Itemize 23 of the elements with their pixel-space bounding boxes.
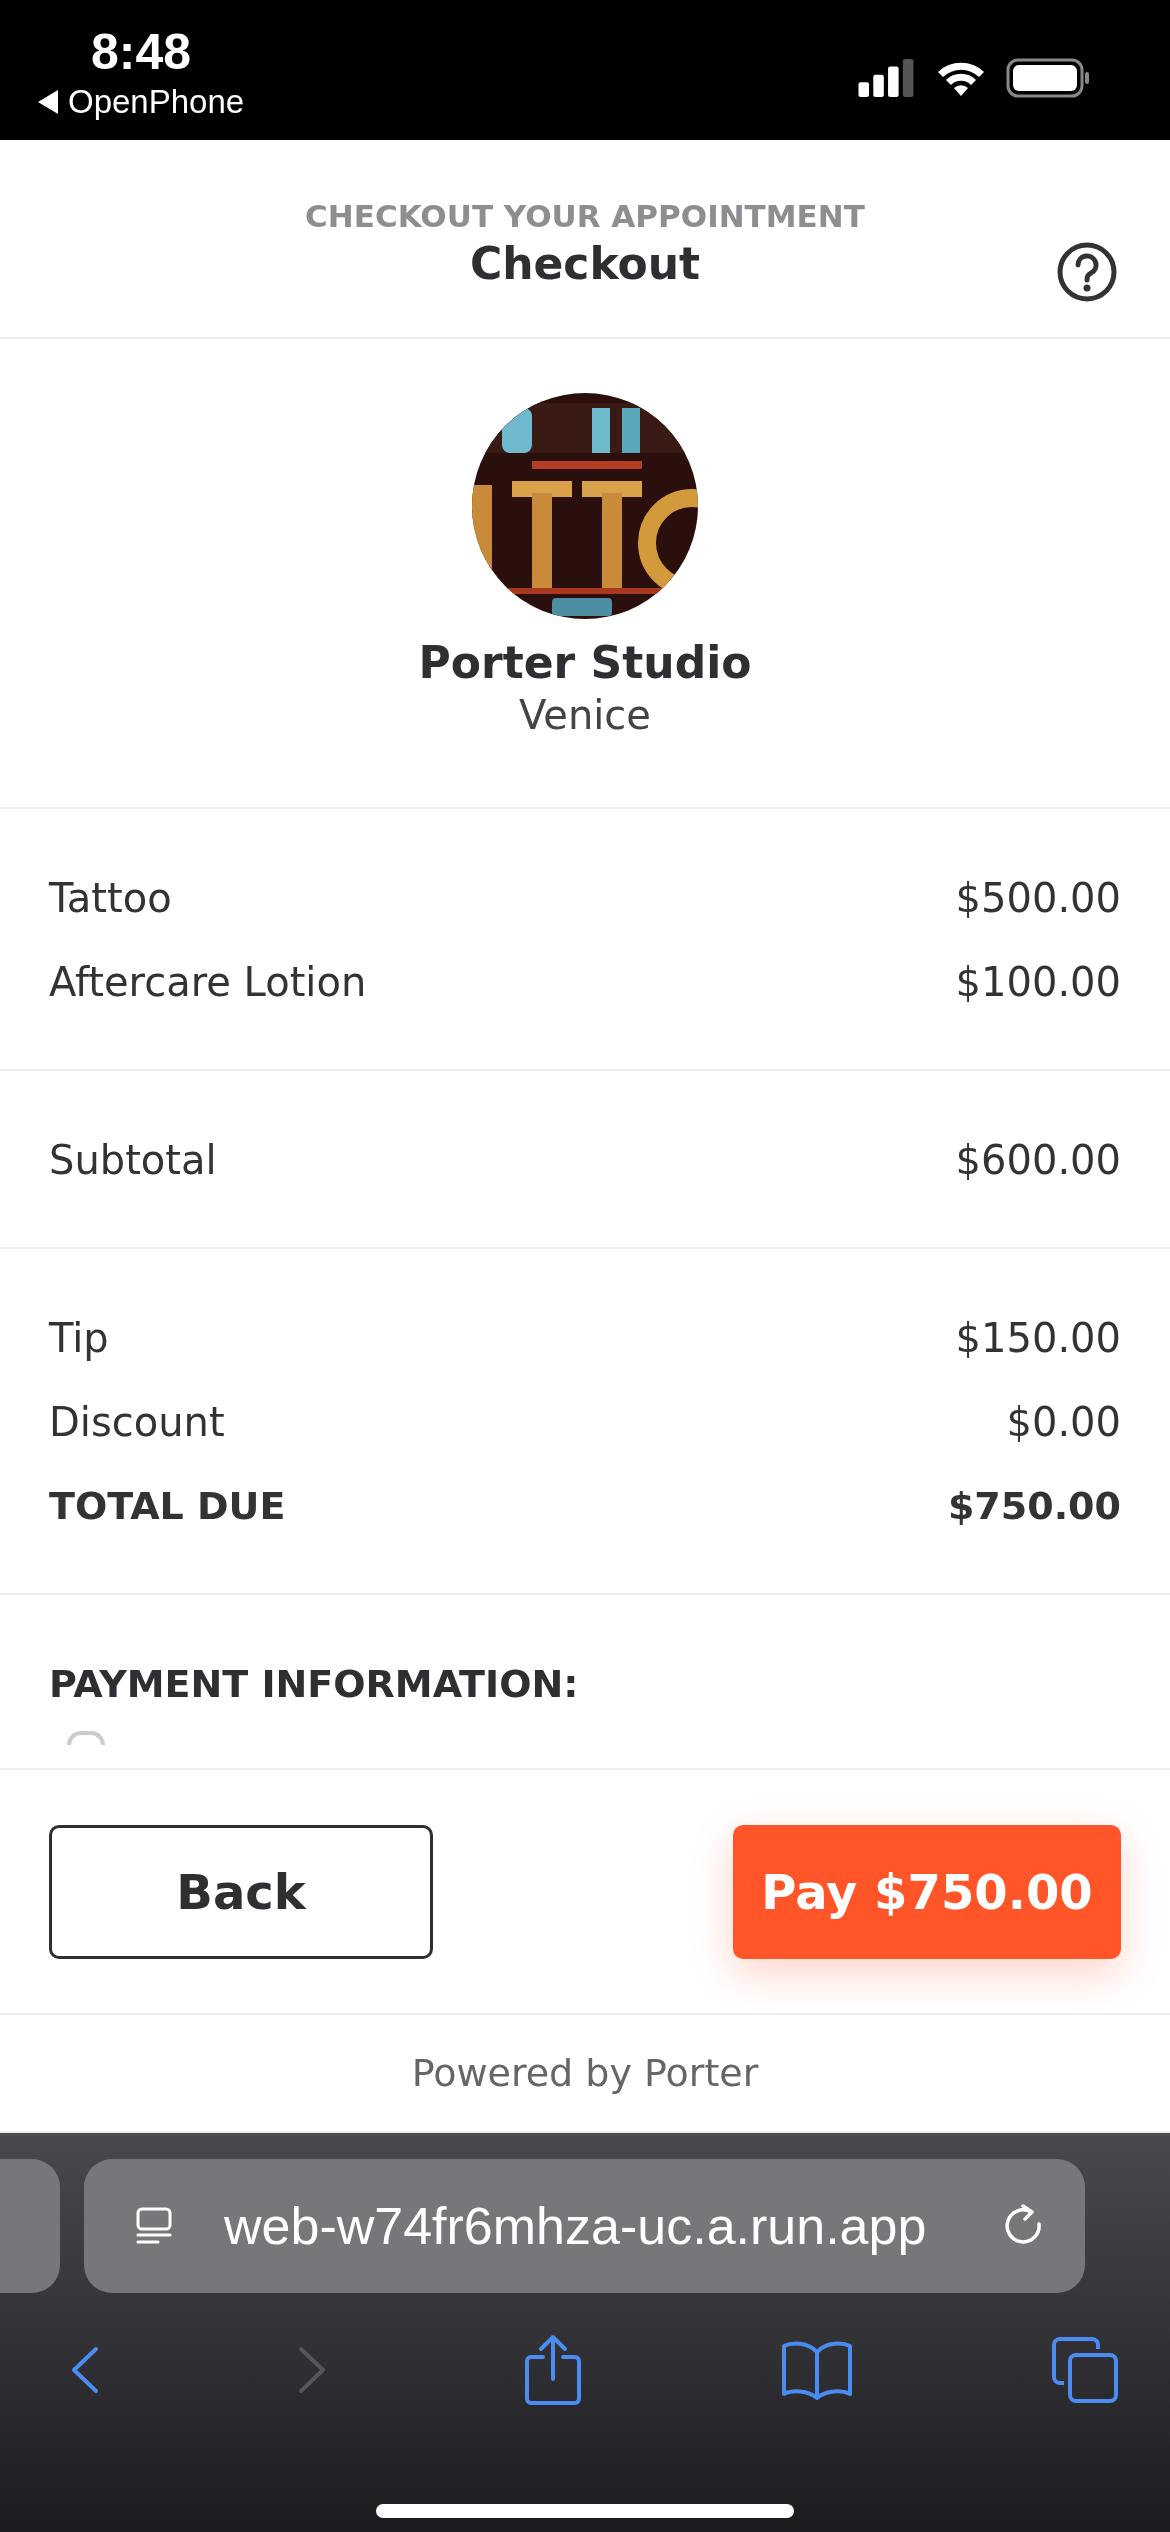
total-amount: $750.00 — [947, 1483, 1121, 1530]
line-item-amount: $0.00 — [1006, 1398, 1121, 1447]
line-item-label: Tattoo — [49, 874, 172, 923]
business-name: Porter Studio — [418, 636, 752, 690]
url-text: web-w74fr6mhza-uc.a.run.app — [224, 2196, 928, 2256]
powered-by-text: Powered by Porter — [411, 2051, 759, 2095]
total-label: TOTAL DUE — [49, 1483, 286, 1530]
line-item-label: Aftercare Lotion — [49, 958, 367, 1007]
business-location: Venice — [519, 691, 651, 739]
line-item-label: Subtotal — [49, 1136, 217, 1185]
line-item-amount: $500.00 — [955, 874, 1121, 923]
page-title: Checkout — [469, 236, 701, 291]
clock-time: 8:48 — [91, 23, 192, 82]
line-item-label: Discount — [49, 1398, 225, 1447]
section-heading: PAYMENT INFORMATION: — [49, 1661, 580, 1708]
line-item-label: Tip — [49, 1314, 109, 1363]
line-item-amount: $100.00 — [955, 958, 1121, 1007]
line-item-amount: $600.00 — [955, 1136, 1121, 1185]
address-bar[interactable]: web-w74fr6mhza-uc.a.run.app — [84, 2159, 1085, 2293]
back-to-app-link[interactable]: OpenPhone — [38, 82, 245, 122]
back-button[interactable]: Back — [49, 1824, 433, 1959]
page-subtitle: CHECKOUT YOUR APPOINTMENT — [305, 196, 865, 236]
line-item-amount: $150.00 — [955, 1314, 1121, 1363]
